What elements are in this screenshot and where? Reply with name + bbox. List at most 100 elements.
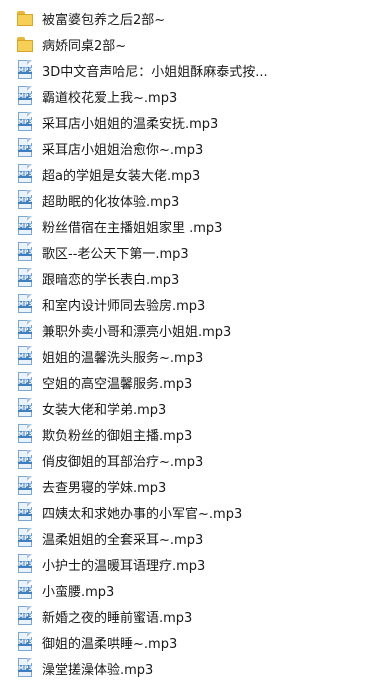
file-item[interactable]: MP3 超助眠的化妆体验.mp3 [16,188,356,212]
mp3-badge: MP3 [18,67,33,74]
file-name: 采耳店小姐姐治愈你~.mp3 [42,142,204,158]
file-name: 采耳店小姐姐的温柔安抚.mp3 [42,116,219,132]
file-name: 3D中文音声哈尼：小姐姐酥麻泰式按... [42,64,268,80]
mp3-badge: MP3 [18,353,33,360]
mp3-badge: MP3 [18,457,33,464]
file-name: 小护士的温暖耳语理疗.mp3 [42,558,206,574]
mp3-badge: MP3 [18,93,33,100]
file-item[interactable]: MP3 空姐的高空温馨服务.mp3 [16,370,356,394]
mp3-file-icon: MP3 [16,398,34,418]
file-list: 被富婆包养之后2部~ 病娇同桌2部~ MP3 3D中文音声哈尼：小姐姐酥麻泰式按...… [0,0,369,689]
mp3-file-icon: MP3 [16,580,34,600]
file-item[interactable]: MP3 跟暗恋的学长表白.mp3 [16,266,356,290]
file-item[interactable]: MP3 欺负粉丝的御姐主播.mp3 [16,422,356,446]
mp3-file-icon: MP3 [16,528,34,548]
file-item[interactable]: MP3 温柔姐姐的全套采耳~.mp3 [16,526,356,550]
file-name: 被富婆包养之后2部~ [42,12,166,28]
mp3-badge: MP3 [18,301,33,308]
file-item[interactable]: MP3 粉丝借宿在主播姐姐家里 .mp3 [16,214,356,238]
mp3-file-icon: MP3 [16,242,34,262]
file-name: 粉丝借宿在主播姐姐家里 .mp3 [42,220,223,236]
file-name: 兼职外卖小哥和漂亮小姐姐.mp3 [42,324,232,340]
mp3-badge: MP3 [18,639,33,646]
file-name: 姐姐的温馨洗头服务~.mp3 [42,350,204,366]
mp3-badge: MP3 [18,587,33,594]
file-item[interactable]: MP3 澡堂搓澡体验.mp3 [16,656,356,680]
folder-item[interactable]: 被富婆包养之后2部~ [16,6,356,30]
mp3-file-icon: MP3 [16,658,34,678]
file-item[interactable]: MP3 霸道校花爱上我~.mp3 [16,84,356,108]
file-item[interactable]: MP3 去查男寝的学妹.mp3 [16,474,356,498]
file-item[interactable]: MP3 姐姐的温馨洗头服务~.mp3 [16,344,356,368]
mp3-file-icon: MP3 [16,320,34,340]
file-item[interactable]: MP3 小护士的温暖耳语理疗.mp3 [16,552,356,576]
file-item[interactable]: MP3 新婚之夜的睡前蜜语.mp3 [16,604,356,628]
mp3-badge: MP3 [18,171,33,178]
mp3-badge: MP3 [18,119,33,126]
mp3-badge: MP3 [18,223,33,230]
mp3-badge: MP3 [18,249,33,256]
mp3-file-icon: MP3 [16,554,34,574]
folder-icon [16,34,34,54]
file-item[interactable]: MP3 小蛮腰.mp3 [16,578,356,602]
file-item[interactable]: MP3 3D中文音声哈尼：小姐姐酥麻泰式按... [16,58,356,82]
file-name: 新婚之夜的睡前蜜语.mp3 [42,610,193,626]
file-name: 四姨太和求她办事的小军官~.mp3 [42,506,243,522]
mp3-file-icon: MP3 [16,476,34,496]
mp3-badge: MP3 [18,431,33,438]
file-item[interactable]: MP3 采耳店小姐姐的温柔安抚.mp3 [16,110,356,134]
file-name: 小蛮腰.mp3 [42,584,115,600]
file-item[interactable]: MP3 超a的学姐是女装大佬.mp3 [16,162,356,186]
file-item[interactable]: MP3 歌区--老公天下第一.mp3 [16,240,356,264]
file-name: 和室内设计师同去验房.mp3 [42,298,206,314]
file-name: 歌区--老公天下第一.mp3 [42,246,189,262]
file-item[interactable]: MP3 和室内设计师同去验房.mp3 [16,292,356,316]
folder-icon [16,8,34,28]
file-item[interactable]: MP3 兼职外卖小哥和漂亮小姐姐.mp3 [16,318,356,342]
file-item[interactable]: MP3 御姐的温柔哄睡~.mp3 [16,630,356,654]
mp3-file-icon: MP3 [16,112,34,132]
mp3-badge: MP3 [18,275,33,282]
file-name: 霸道校花爱上我~.mp3 [42,90,178,106]
file-name: 御姐的温柔哄睡~.mp3 [42,636,178,652]
file-name: 超助眠的化妆体验.mp3 [42,194,180,210]
mp3-file-icon: MP3 [16,346,34,366]
file-name: 温柔姐姐的全套采耳~.mp3 [42,532,204,548]
file-name: 欺负粉丝的御姐主播.mp3 [42,428,193,444]
file-name: 空姐的高空温馨服务.mp3 [42,376,193,392]
mp3-file-icon: MP3 [16,502,34,522]
file-name: 去查男寝的学妹.mp3 [42,480,167,496]
file-item[interactable]: MP3 俏皮御姐的耳部治疗~.mp3 [16,448,356,472]
file-name: 澡堂搓澡体验.mp3 [42,662,154,678]
mp3-badge: MP3 [18,379,33,386]
mp3-file-icon: MP3 [16,60,34,80]
mp3-badge: MP3 [18,613,33,620]
mp3-file-icon: MP3 [16,190,34,210]
mp3-badge: MP3 [18,483,33,490]
mp3-badge: MP3 [18,197,33,204]
mp3-file-icon: MP3 [16,372,34,392]
mp3-file-icon: MP3 [16,164,34,184]
mp3-badge: MP3 [18,561,33,568]
mp3-file-icon: MP3 [16,138,34,158]
mp3-file-icon: MP3 [16,216,34,236]
file-item[interactable]: MP3 四姨太和求她办事的小军官~.mp3 [16,500,356,524]
file-item[interactable]: MP3 女装大佬和学弟.mp3 [16,396,356,420]
mp3-badge: MP3 [18,535,33,542]
file-name: 跟暗恋的学长表白.mp3 [42,272,180,288]
mp3-file-icon: MP3 [16,632,34,652]
file-name: 病娇同桌2部~ [42,38,127,54]
file-item[interactable]: MP3 采耳店小姐姐治愈你~.mp3 [16,136,356,160]
mp3-badge: MP3 [18,145,33,152]
file-name: 超a的学姐是女装大佬.mp3 [42,168,201,184]
mp3-badge: MP3 [18,327,33,334]
file-name: 俏皮御姐的耳部治疗~.mp3 [42,454,204,470]
folder-item[interactable]: 病娇同桌2部~ [16,32,356,56]
file-name: 女装大佬和学弟.mp3 [42,402,167,418]
mp3-badge: MP3 [18,509,33,516]
mp3-file-icon: MP3 [16,450,34,470]
mp3-file-icon: MP3 [16,606,34,626]
mp3-badge: MP3 [18,665,33,672]
mp3-file-icon: MP3 [16,86,34,106]
mp3-badge: MP3 [18,405,33,412]
